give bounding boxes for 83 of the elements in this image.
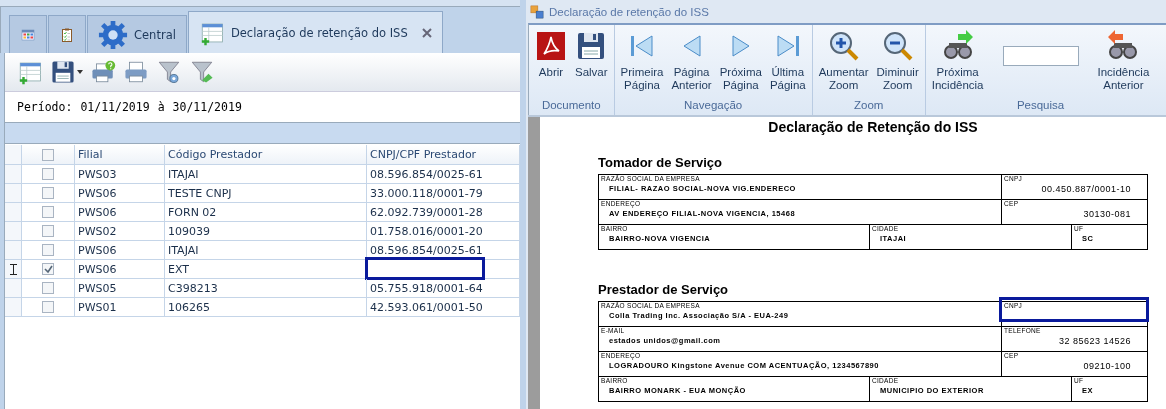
column-header[interactable]: Filial [75, 145, 165, 165]
binoculars-arrow-icon [1107, 30, 1140, 62]
table-cell: PWS05 [75, 279, 165, 298]
checkbox[interactable] [42, 206, 54, 218]
group-label: Pesquisa [1015, 98, 1066, 113]
clipboard-icon [59, 26, 75, 43]
ribbon-button[interactable]: Página Anterior [668, 30, 715, 92]
group-label: Navegação [683, 98, 744, 113]
funnel-eraser-icon [189, 59, 215, 85]
section-title: Tomador de Serviço [598, 155, 723, 170]
ribbon-button[interactable]: Próxima Página [716, 30, 765, 92]
checkbox[interactable] [42, 168, 54, 180]
ribbon-button[interactable]: Abrir [532, 30, 570, 79]
table-cell: 05.755.918/0001-64 [367, 279, 520, 298]
table-cell: ITAJAI [165, 165, 367, 184]
table-cell: 106265 [165, 298, 367, 317]
search-field[interactable] [1002, 46, 1079, 66]
ribbon-button[interactable]: Diminuir Zoom [873, 30, 922, 92]
field-value: 00.450.887/0001-10 [1040, 183, 1131, 195]
gear-icon [98, 19, 128, 50]
checkbox[interactable] [42, 187, 54, 199]
funnel-gear-icon [156, 59, 182, 85]
table-cell: 33.000.118/0001-79 [367, 184, 520, 203]
document-title: Declaração de Retenção do ISS [767, 119, 979, 135]
checkbox[interactable] [42, 282, 54, 294]
period-separator: à [157, 100, 165, 114]
section-title: Prestador de Serviço [598, 282, 730, 297]
table-cell: 08.596.854/0025-61 [367, 165, 520, 184]
tab[interactable]: Central [87, 15, 187, 53]
table-cell: 62.092.739/0001-28 [367, 203, 520, 222]
table-add-icon [17, 59, 43, 85]
ribbon-button[interactable]: Salvar [572, 30, 611, 79]
checkbox[interactable] [42, 148, 54, 161]
column-header[interactable]: CNPJ/CPF Prestador [367, 145, 520, 165]
grid-icon [20, 26, 36, 43]
app-icon [530, 4, 544, 19]
table-cell: PWS06 [75, 260, 165, 279]
period-start: 01/11/2019 [80, 100, 150, 114]
table-cell: 109039 [165, 222, 367, 241]
checkbox[interactable] [42, 244, 54, 256]
window-title: Declaração de retenção do ISS [549, 5, 709, 18]
table-cell: C398213 [165, 279, 367, 298]
checkbox[interactable] [42, 301, 54, 313]
table-cell: TESTE CNPJ [165, 184, 367, 203]
table-cell: 01.758.016/0001-20 [367, 222, 520, 241]
period-end: 30/11/2019 [172, 100, 242, 114]
ribbon-button[interactable]: Incidência Anterior [1094, 30, 1153, 92]
row-header[interactable] [5, 260, 22, 279]
caret-icon[interactable] [77, 70, 83, 74]
table-cell: ITAJAI [165, 241, 367, 260]
text-cursor-icon [9, 263, 17, 275]
printer-help-icon [90, 59, 116, 85]
tab[interactable] [48, 15, 86, 53]
table-cell: EXT [165, 260, 367, 279]
ribbon-button[interactable]: Próxima Incidência [928, 30, 987, 92]
table-cell: PWS06 [75, 203, 165, 222]
group-label: Zoom [853, 98, 885, 113]
zoom-out-icon [881, 30, 914, 62]
table-cell: PWS03 [75, 165, 165, 184]
column-header[interactable]: Código Prestador [165, 145, 367, 165]
checkbox[interactable] [42, 263, 54, 275]
ribbon-button[interactable]: Última Página [766, 30, 809, 92]
tab[interactable]: Declaração de retenção do ISS [187, 11, 443, 53]
binoculars-arrow-icon [941, 30, 974, 62]
table-cell: PWS02 [75, 222, 165, 241]
pdf-icon [535, 30, 567, 62]
close-icon[interactable] [421, 27, 432, 38]
table-cell: PWS06 [75, 241, 165, 260]
table-cell: 08.596.854/0025-61 [367, 241, 520, 260]
period-label: Período: [17, 100, 73, 114]
field-value: 09210-100 [1082, 360, 1131, 372]
group-label: Documento [540, 98, 602, 113]
printer-icon [123, 59, 149, 85]
checkbox[interactable] [42, 225, 54, 237]
table-cell: FORN 02 [165, 203, 367, 222]
ribbon-button[interactable]: Primeira Página [617, 30, 667, 92]
table-cell: PWS01 [75, 298, 165, 317]
ribbon-button[interactable]: Aumentar Zoom [815, 30, 872, 92]
field-value: 32 85623 14526 [1057, 335, 1131, 347]
field-value: 30130-081 [1082, 208, 1131, 220]
zoom-in-icon [827, 30, 860, 62]
table-cell: PWS06 [75, 184, 165, 203]
table-cell: 42.593.061/0001-50 [367, 298, 520, 317]
